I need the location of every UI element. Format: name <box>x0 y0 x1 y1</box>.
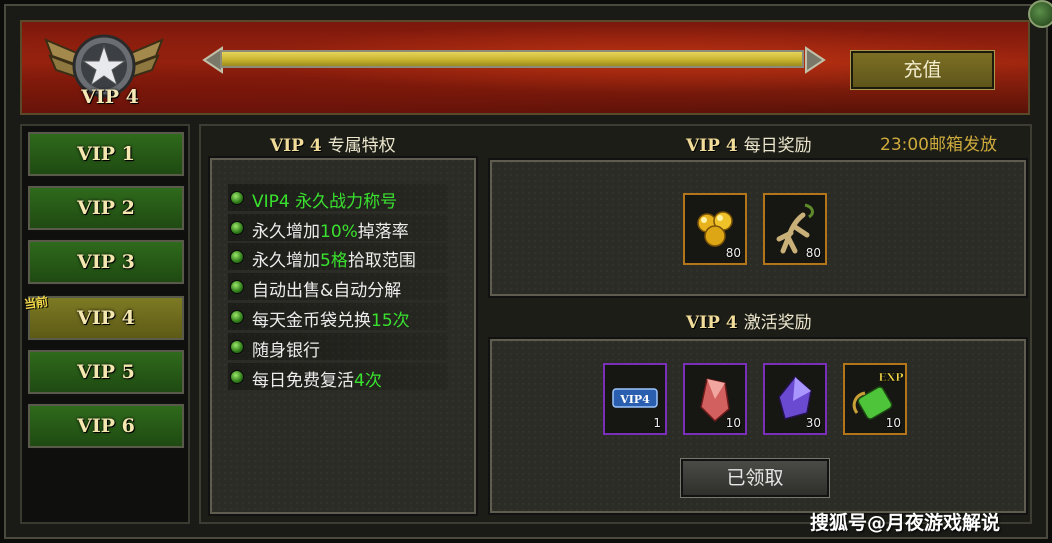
green-bullet-icon <box>230 250 244 264</box>
progress-fill <box>222 52 802 66</box>
sidebar-item-vip1[interactable]: VIP 1 <box>27 131 185 177</box>
progress-right-cap-icon <box>805 46 826 74</box>
privilege-item: VIP4 永久战力称号 <box>228 184 448 212</box>
sidebar-item-vip2[interactable]: VIP 2 <box>27 185 185 231</box>
privileges-level: VIP 4 <box>270 136 322 156</box>
vip-level-badge-label: VIP 4 <box>81 86 139 108</box>
reward-item-purple-crystal[interactable]: 30 <box>763 363 827 435</box>
daily-rewards-title-text: 每日奖励 <box>743 136 812 156</box>
vip4-card-text: VIP4 <box>619 393 650 406</box>
green-bullet-icon <box>230 340 244 354</box>
vip-progress-bar <box>200 42 830 78</box>
reward-item-gold-beans[interactable]: 80 <box>683 193 747 265</box>
daily-rewards-panel <box>488 158 1028 298</box>
green-bullet-icon <box>230 191 244 205</box>
green-bullet-icon <box>230 221 244 235</box>
daily-rewards-title: VIP 4 每日奖励 <box>686 131 812 156</box>
privileges-title-text: 专属特权 <box>327 136 396 156</box>
item-quantity: 10 <box>885 416 901 430</box>
recharge-button[interactable]: 充值 <box>850 50 995 90</box>
item-quantity: 1 <box>653 416 661 430</box>
green-bullet-icon <box>230 280 244 294</box>
privilege-item: 随身银行 <box>228 333 448 361</box>
privilege-item: 每日免费复活4次 <box>228 363 448 391</box>
exp-badge-text: EXP <box>878 371 903 384</box>
activation-rewards-title: VIP 4 激活奖励 <box>686 308 812 333</box>
daily-rewards-level: VIP 4 <box>686 136 738 156</box>
reward-item-ginseng[interactable]: 80 <box>763 193 827 265</box>
mail-delivery-note: 23:00邮箱发放 <box>880 135 997 155</box>
activation-rewards-level: VIP 4 <box>686 313 738 333</box>
sidebar-item-vip5[interactable]: VIP 5 <box>27 349 185 395</box>
current-level-tag: 当前 <box>23 294 49 312</box>
green-bullet-icon <box>230 310 244 324</box>
reward-item-red-crystal[interactable]: 10 <box>683 363 747 435</box>
privileges-title: VIP 4 专属特权 <box>270 131 396 156</box>
privilege-item: 每天金币袋兑换15次 <box>228 303 448 331</box>
sidebar-item-vip6[interactable]: VIP 6 <box>27 403 185 449</box>
reward-item-exp-potion[interactable]: EXP 10 <box>843 363 907 435</box>
reward-item-vip4-card[interactable]: VIP4 1 <box>603 363 667 435</box>
sidebar-item-vip4[interactable]: VIP 4 <box>27 295 185 341</box>
item-quantity: 30 <box>805 416 821 430</box>
item-quantity: 10 <box>725 416 741 430</box>
privilege-item: 永久增加10%掉落率 <box>228 214 448 242</box>
claimed-button[interactable]: 已领取 <box>680 458 830 498</box>
watermark: 搜狐号@月夜游戏解说 <box>810 512 1001 534</box>
green-bullet-icon <box>230 370 244 384</box>
privilege-item: 永久增加5格拾取范围 <box>228 243 448 271</box>
privilege-item: 自动出售&自动分解 <box>228 273 448 301</box>
activation-rewards-title-text: 激活奖励 <box>743 313 812 333</box>
sidebar-item-vip3[interactable]: VIP 3 <box>27 239 185 285</box>
item-quantity: 80 <box>805 246 821 260</box>
item-quantity: 80 <box>725 246 741 260</box>
settings-orb-icon[interactable] <box>1028 0 1052 28</box>
progress-track <box>220 50 804 68</box>
